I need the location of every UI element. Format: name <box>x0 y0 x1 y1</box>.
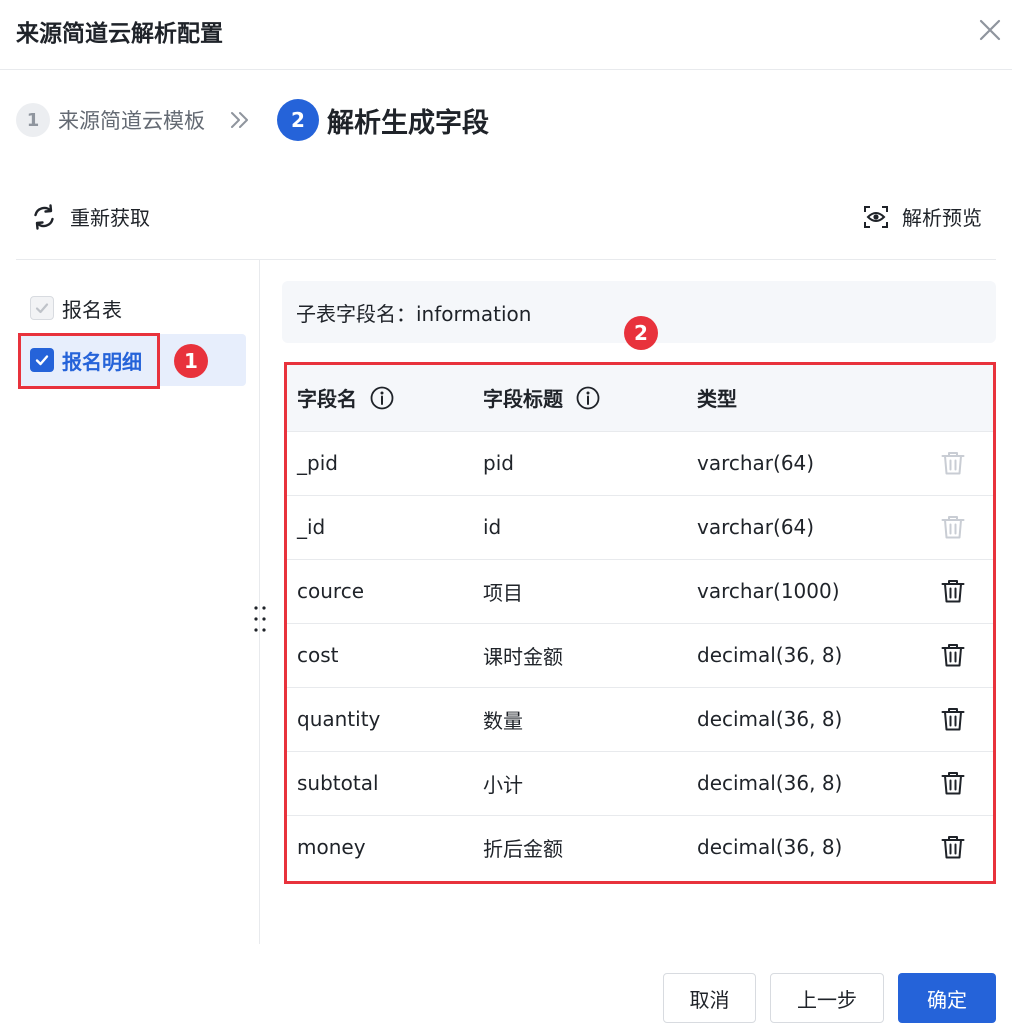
confirm-button[interactable]: 确定 <box>898 973 996 1023</box>
header-field-title: 字段标题 <box>473 365 687 432</box>
cell-action <box>901 495 993 560</box>
refresh-icon <box>34 203 54 230</box>
step-2-label: 解析生成字段 <box>327 107 489 139</box>
cell-title: 数量 <box>473 687 687 752</box>
cell-title: pid <box>473 431 687 496</box>
cell-action <box>901 687 993 752</box>
check-icon <box>35 303 49 314</box>
step-indicator: 1 来源简道云模板 2 解析生成字段 <box>16 99 489 141</box>
trash-icon[interactable] <box>939 705 967 733</box>
trash-icon[interactable] <box>939 641 967 669</box>
tree-item-label: 报名表 <box>62 297 122 322</box>
cell-title: 项目 <box>473 559 687 624</box>
cell-type: varchar(64) <box>687 495 901 560</box>
tree-item-registration-detail[interactable]: 报名明细 <box>20 334 246 386</box>
header-field-name-label: 字段名 <box>297 387 357 412</box>
cell-name: money <box>297 835 366 860</box>
cell-name: _pid <box>287 431 473 496</box>
info-icon[interactable] <box>575 385 601 411</box>
trash-icon <box>941 452 965 475</box>
header-action <box>901 365 993 432</box>
dialog-header: 来源简道云解析配置 <box>0 0 1012 70</box>
cell-action <box>901 815 993 879</box>
previous-step-button[interactable]: 上一步 <box>770 973 884 1023</box>
cell-type: decimal(36, 8) <box>687 623 901 688</box>
info-icon[interactable] <box>369 385 395 411</box>
dialog-title: 来源简道云解析配置 <box>16 21 223 47</box>
checkbox-registration-form[interactable] <box>30 296 54 320</box>
header-type-label: 类型 <box>697 387 737 412</box>
cell-name: _id <box>287 495 473 560</box>
table-row: _id id varchar(64) <box>287 495 993 560</box>
annotation-marker-2: 2 <box>624 316 658 350</box>
cell-title: 课时金额 <box>473 623 687 688</box>
cell-title: id <box>473 495 687 560</box>
cell-name: cource <box>287 559 473 624</box>
cell-type: decimal(36, 8) <box>687 687 901 752</box>
checkbox-registration-detail[interactable] <box>30 348 54 372</box>
header-type: 类型 <box>687 365 901 432</box>
cell-type: varchar(1000) <box>687 559 901 624</box>
drag-handle-icon <box>254 606 266 632</box>
cell-action <box>901 751 993 816</box>
refresh-button[interactable]: 重新获取 <box>30 202 150 231</box>
cell-name: subtotal <box>287 751 473 816</box>
toolbar: 重新获取 解析预览 <box>16 196 996 240</box>
fields-table: 字段名 字段标题 类型 _pid pid varchar(64) _id id … <box>287 365 993 879</box>
refresh-label: 重新获取 <box>70 206 150 230</box>
cell-action <box>901 559 993 624</box>
trash-icon[interactable] <box>939 577 967 605</box>
table-row: subtotal 小计 decimal(36, 8) <box>287 751 993 816</box>
trash-icon[interactable] <box>939 769 967 797</box>
table-header-row: 字段名 字段标题 类型 <box>287 365 993 432</box>
table-row: cource 项目 varchar(1000) <box>287 559 993 624</box>
check-icon <box>35 355 49 366</box>
cell-type: decimal(36, 8) <box>697 835 843 860</box>
close-icon <box>979 19 1001 41</box>
cell-title: 小计 <box>473 751 687 816</box>
table-row: cost 课时金额 decimal(36, 8) <box>287 623 993 688</box>
table-row: _pid pid varchar(64) <box>287 431 993 496</box>
annotation-marker-1: 1 <box>174 344 208 378</box>
cell-action <box>901 623 993 688</box>
cancel-button[interactable]: 取消 <box>663 973 756 1023</box>
table-row: money 折后金额 decimal(36, 8) <box>287 815 993 879</box>
cell-name: cost <box>287 623 473 688</box>
step-1-label: 来源简道云模板 <box>58 109 205 133</box>
preview-label: 解析预览 <box>902 206 982 230</box>
close-button[interactable] <box>974 14 1006 46</box>
step-2-number: 2 <box>277 99 319 141</box>
fields-table-container: 字段名 字段标题 类型 _pid pid varchar(64) _id id … <box>284 362 996 884</box>
eye-scan-icon <box>864 205 888 228</box>
cell-type: varchar(64) <box>687 431 901 496</box>
trash-icon[interactable] <box>939 833 967 861</box>
step-1-number: 1 <box>16 103 50 137</box>
table-row: quantity 数量 decimal(36, 8) <box>287 687 993 752</box>
tree-item-label: 报名明细 <box>62 349 142 374</box>
cell-type: decimal(36, 8) <box>687 751 901 816</box>
panel-resize-handle[interactable] <box>252 604 268 634</box>
table-tree-sidebar: 报名表 报名明细 1 <box>16 260 260 944</box>
tree-item-registration-form[interactable]: 报名表 <box>20 290 122 326</box>
cell-action <box>901 431 993 496</box>
preview-button[interactable]: 解析预览 <box>862 202 982 231</box>
cell-name: quantity <box>287 687 473 752</box>
header-field-name: 字段名 <box>287 365 473 432</box>
header-field-title-label: 字段标题 <box>483 387 563 412</box>
trash-icon <box>941 516 965 539</box>
cell-title: 折后金额 <box>483 836 563 861</box>
double-chevron-right-icon <box>231 112 248 128</box>
